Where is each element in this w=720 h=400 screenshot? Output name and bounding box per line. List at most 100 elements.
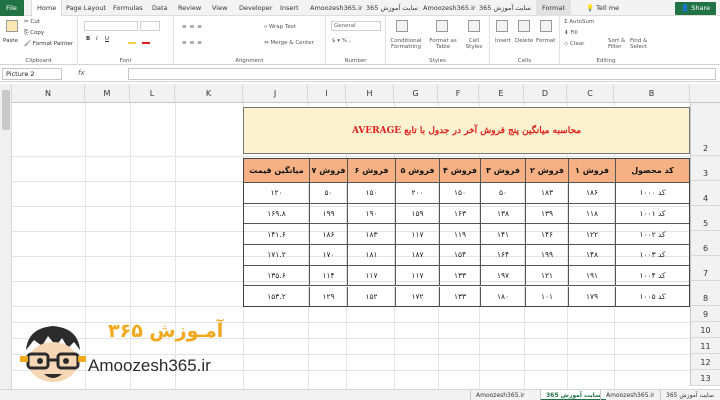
table-cell[interactable]: ۱۰۱ xyxy=(525,286,568,308)
table-cell[interactable]: ۱۱۷ xyxy=(395,265,439,286)
table-cell[interactable]: ۱۲۹ xyxy=(309,286,347,308)
table-cell[interactable]: ۱۵۲ xyxy=(347,286,395,308)
sheet-tab[interactable]: Amoozesh365.ir xyxy=(600,390,660,400)
row-header-7[interactable]: 7 xyxy=(690,256,720,281)
font-color-icon[interactable] xyxy=(142,37,150,44)
column-header-b[interactable]: B xyxy=(614,84,690,103)
fill-button[interactable]: ⬇ Fill xyxy=(564,30,578,36)
format-as-table-icon[interactable] xyxy=(436,20,448,32)
tab-insert[interactable]: Insert xyxy=(280,0,299,16)
table-cell[interactable]: ۱۹۱ xyxy=(568,265,615,286)
table-cell[interactable]: ۱۸۱ xyxy=(347,245,395,265)
header-cell[interactable]: کد محصول xyxy=(615,159,689,182)
tab-developer[interactable]: Developer xyxy=(239,0,272,16)
delete-cells-icon[interactable] xyxy=(518,20,530,32)
table-cell[interactable]: ۵۰ xyxy=(480,183,525,203)
tab-format[interactable]: Format xyxy=(536,0,571,16)
format-painter-button[interactable]: 🖌 Format Painter xyxy=(24,41,73,47)
tab-formulas[interactable]: Formulas xyxy=(113,0,143,16)
row-header-5[interactable]: 5 xyxy=(690,206,720,231)
table-cell[interactable]: کد ۱۰۰۲ xyxy=(615,224,689,245)
table-cell[interactable]: ۱۹۰ xyxy=(347,203,395,224)
tab-custom-4[interactable]: سایت آموزش 365 xyxy=(479,0,531,16)
sort-filter-button[interactable]: Sort & Filter xyxy=(608,38,628,50)
column-header-k[interactable]: K xyxy=(175,84,243,103)
sheet-tab[interactable]: سایت آموزش 365 xyxy=(660,390,719,400)
column-header-h[interactable]: H xyxy=(346,84,394,103)
column-header-l[interactable]: L xyxy=(130,84,175,103)
column-header-g[interactable]: G xyxy=(394,84,438,103)
row-header-10[interactable]: 10 xyxy=(690,322,720,338)
bold-button[interactable]: B xyxy=(86,36,90,42)
row-header-6[interactable]: 6 xyxy=(690,231,720,256)
table-cell[interactable]: ۱۸۳ xyxy=(347,224,395,245)
header-cell[interactable]: فروش ۷ xyxy=(309,159,347,182)
table-cell[interactable]: ۱۸۳ xyxy=(525,183,568,203)
table-cell[interactable]: کد ۱۰۰۵ xyxy=(615,286,689,308)
column-header-d[interactable]: D xyxy=(524,84,567,103)
row-header-3[interactable]: 3 xyxy=(690,156,720,181)
copy-button[interactable]: ⎘ Copy xyxy=(24,30,44,37)
row-header-12[interactable]: 12 xyxy=(690,354,720,370)
conditional-formatting-button[interactable]: Conditional Formatting xyxy=(388,38,424,50)
table-cell[interactable]: ۱۶۴ xyxy=(480,245,525,265)
table-cell[interactable]: ۱۸۰ xyxy=(480,286,525,308)
column-header-i[interactable]: I xyxy=(308,84,346,103)
header-cell[interactable]: فروش ۵ xyxy=(395,159,439,182)
autosum-button[interactable]: Σ AutoSum xyxy=(564,19,594,25)
header-cell[interactable]: فروش ۶ xyxy=(347,159,395,182)
cut-button[interactable]: ✂ Cut xyxy=(24,19,40,25)
table-cell[interactable]: ۱۳۳ xyxy=(439,265,480,286)
select-all-corner[interactable] xyxy=(690,84,720,103)
sheet-tab-active[interactable]: Amoozesh365.ir xyxy=(470,390,530,400)
table-cell[interactable]: ۱۱۷ xyxy=(395,224,439,245)
table-cell[interactable]: ۱۷۲ xyxy=(395,286,439,308)
table-cell[interactable]: ۱۷۱.۲ xyxy=(244,245,309,265)
row-header-9[interactable]: 9 xyxy=(690,306,720,322)
table-cell[interactable]: ۱۸۷ xyxy=(395,245,439,265)
tab-custom-3[interactable]: Amoozesh365.ir xyxy=(423,0,476,16)
tell-me[interactable]: 💡 Tell me xyxy=(586,0,619,16)
cell-styles-button[interactable]: Cell Styles xyxy=(462,38,486,50)
merge-center-button[interactable]: ⇔ Merge & Center xyxy=(264,40,314,46)
vertical-scrollbar[interactable] xyxy=(0,84,12,389)
table-cell[interactable]: کد ۱۰۰۱ xyxy=(615,203,689,224)
name-box[interactable]: Picture 2 xyxy=(2,68,62,80)
tab-custom-1[interactable]: Amoozesh365.ir xyxy=(310,0,363,16)
paste-button[interactable]: Paste xyxy=(3,38,18,44)
format-as-table-button[interactable]: Format as Table xyxy=(428,38,458,50)
table-cell[interactable]: ۱۳۸ xyxy=(480,203,525,224)
tab-page-layout[interactable]: Page Layout xyxy=(66,0,106,16)
table-cell[interactable]: ۱۵۰ xyxy=(347,183,395,203)
row-header-8[interactable]: 8 xyxy=(690,281,720,306)
insert-button[interactable]: Insert xyxy=(495,38,511,44)
table-cell[interactable]: کد ۱۰۰۰ xyxy=(615,183,689,203)
table-cell[interactable]: ۱۷۰ xyxy=(309,245,347,265)
table-cell[interactable]: ۱۵۰ xyxy=(439,183,480,203)
table-cell[interactable]: ۱۴۱ xyxy=(480,224,525,245)
tab-data[interactable]: Data xyxy=(152,0,168,16)
row-header-11[interactable]: 11 xyxy=(690,338,720,354)
insert-cells-icon[interactable] xyxy=(496,20,508,32)
table-cell[interactable]: ۱۸۶ xyxy=(309,224,347,245)
tab-custom-2[interactable]: سایت آموزش 365 xyxy=(366,0,418,16)
table-cell[interactable]: ۱۳۵.۶ xyxy=(244,266,309,286)
table-cell[interactable]: ۱۴۸ xyxy=(568,245,615,265)
table-cell[interactable]: ۵۰ xyxy=(309,183,347,203)
clear-button[interactable]: ◇ Clear xyxy=(564,41,584,47)
table-cell[interactable]: ۲۰۰ xyxy=(395,183,439,203)
column-header-m[interactable]: M xyxy=(85,84,130,103)
delete-button[interactable]: Delete xyxy=(515,38,533,44)
table-cell[interactable]: ۱۲۰ xyxy=(244,183,309,203)
header-cell[interactable]: فروش ۲ xyxy=(525,159,568,182)
table-cell[interactable]: ۱۲۱ xyxy=(525,265,568,286)
column-header-f[interactable]: F xyxy=(438,84,479,103)
header-cell[interactable]: میانگین قیمت xyxy=(244,159,309,182)
tab-view[interactable]: View xyxy=(212,0,227,16)
tab-review[interactable]: Review xyxy=(178,0,201,16)
format-button[interactable]: Format xyxy=(536,38,555,44)
wrap-text-button[interactable]: ⤶ Wrap Text xyxy=(264,24,296,31)
tab-file[interactable]: File xyxy=(0,0,24,16)
table-cell[interactable]: ۱۶۹.۸ xyxy=(244,204,309,224)
underline-button[interactable]: U xyxy=(105,36,109,42)
